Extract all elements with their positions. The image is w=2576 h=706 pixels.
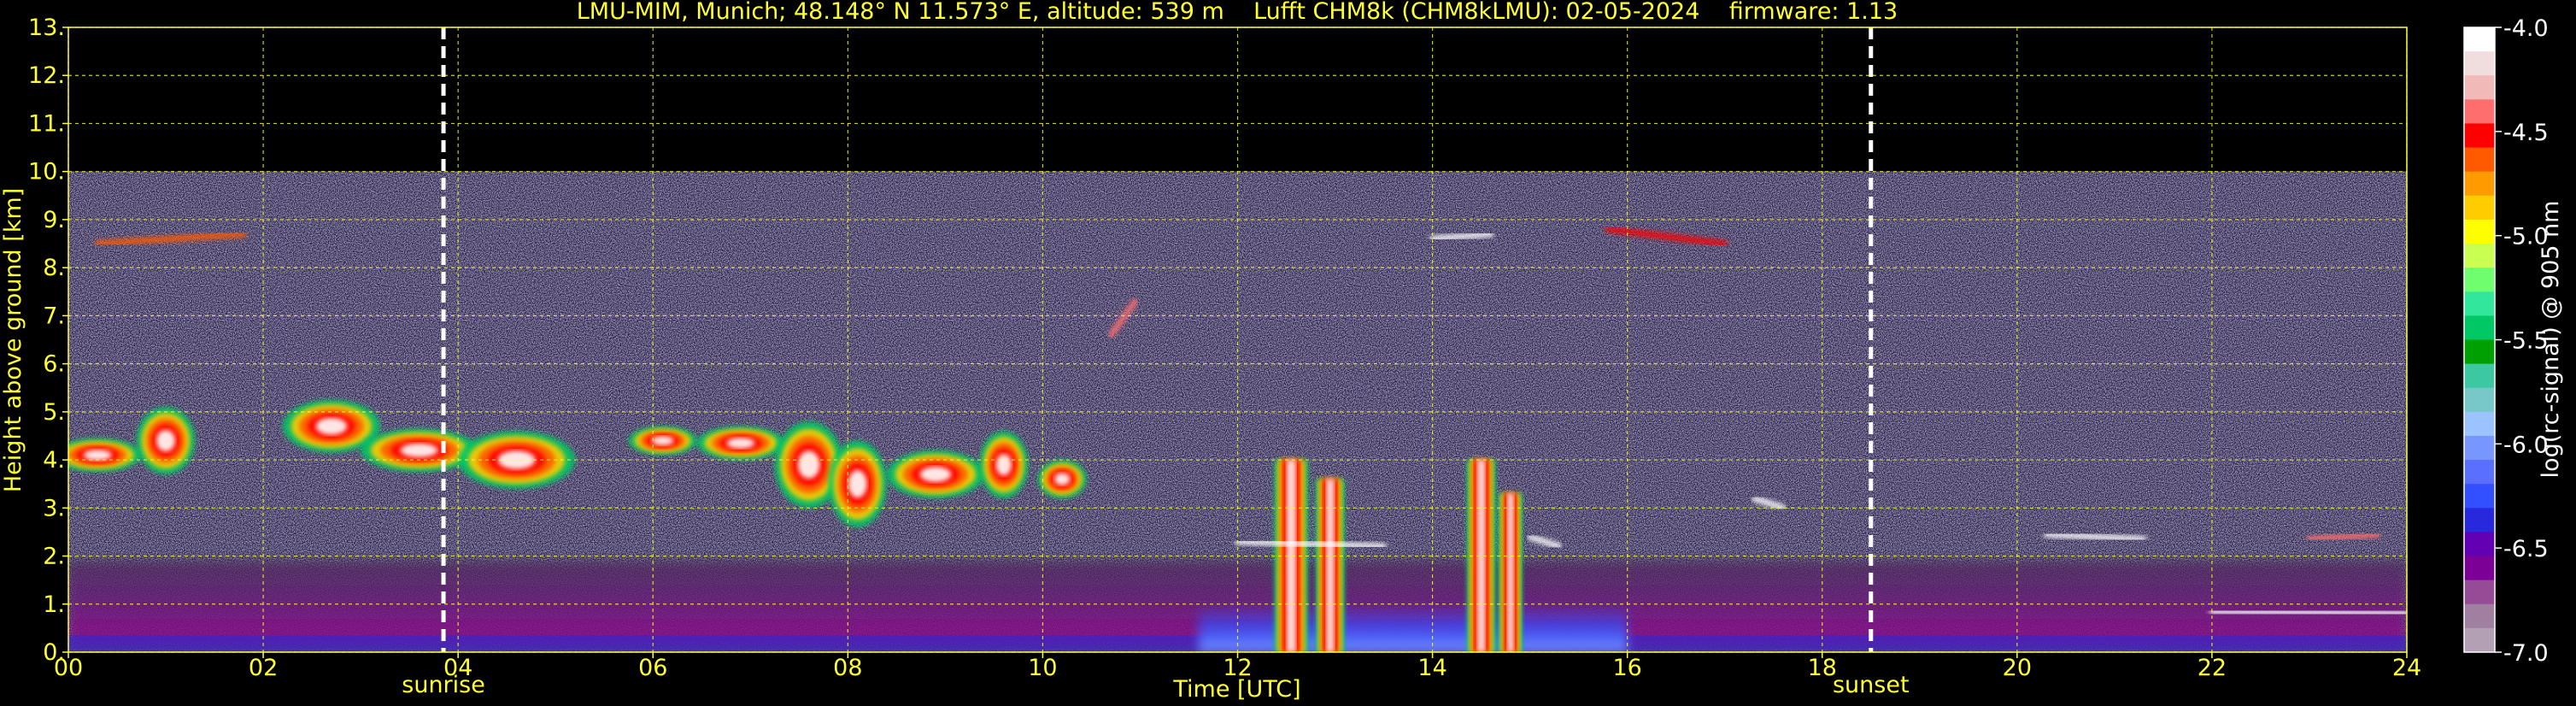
cloud-layer [2209,608,2407,617]
colorbar-swatch [2464,484,2495,509]
colorbar-swatch [2464,532,2495,557]
colorbar-swatch [2464,219,2495,244]
x-tick-label: 04 [443,655,472,681]
y-tick-label: 1. [43,591,65,618]
y-tick-label: 3. [43,495,65,521]
cloud-cell [315,417,348,435]
colorbar-swatch [2464,27,2495,52]
cloud-cell [83,450,112,461]
x-tick-label: 16 [1612,655,1641,681]
cloud-cell [726,438,755,449]
cloud-cell [848,469,867,498]
colorbar-tick-label: -4.5 [2503,120,2549,146]
colorbar-swatch [2464,99,2495,124]
cloud-cell [651,436,674,445]
colorbar-swatch [2464,339,2495,365]
colorbar: -4.0-4.5-5.0-5.5-6.0-6.5-7.0 [2463,15,2549,667]
colorbar-swatch [2464,291,2495,316]
x-tick-label: 22 [2198,655,2227,681]
cloud-cell [156,429,175,452]
x-tick-label: 20 [2003,655,2032,681]
y-tick-label: 10. [28,159,65,185]
y-tick-label: 0. [43,639,65,666]
colorbar-swatch [2464,556,2495,581]
y-tick-label: 7. [43,303,65,329]
x-tick-label: 24 [2392,655,2421,681]
colorbar-swatch [2464,435,2495,461]
cloud-cell [995,454,1012,476]
colorbar-swatch [2464,387,2495,413]
convective-column [1506,493,1514,652]
cloud-cell [1054,473,1071,485]
colorbar-swatch [2464,75,2495,100]
x-tick-label: 08 [833,655,862,681]
colorbar-swatch [2464,268,2495,292]
colorbar-swatch [2464,171,2495,197]
x-tick-label: 02 [249,655,278,681]
colorbar-swatch [2464,363,2495,389]
cloud-cell [400,443,438,457]
y-tick-label: 13. [28,15,65,41]
x-axis-label: Time [UTC] [1172,676,1300,703]
colorbar-swatch [2464,315,2495,340]
colorbar-swatch [2464,147,2495,173]
y-tick-label: 9. [43,207,65,233]
y-tick-label: 8. [43,255,65,281]
y-tick-label: 6. [43,351,65,378]
x-tick-label: 18 [1808,655,1837,681]
marker-label-sunset: sunset [1833,672,1910,698]
colorbar-swatch [2464,603,2495,629]
y-tick-label: 4. [43,447,65,474]
colorbar-tick-label: -6.5 [2503,536,2549,562]
colorbar-swatch [2464,627,2495,653]
x-tick-label: 14 [1417,655,1446,681]
colorbar-swatch [2464,51,2495,76]
y-tick-label: 11. [28,110,65,137]
y-axis-ticks: 0. 1. 2. 3. 4. 5. 6. 7. 8. 9. 10. 11. 12. 13. [28,15,68,666]
cloud-cell [797,450,820,479]
colorbar-swatch [2464,123,2495,149]
y-axis-label: Height above ground [km] [0,188,26,492]
colorbar-tick-label: -4.0 [2503,15,2549,42]
chart-title: LMU-MIM, Munich; 48.148° N 11.573° E, al… [577,0,1898,25]
colorbar-swatch [2464,580,2495,605]
y-tick-label: 12. [28,62,65,89]
convective-column [1326,479,1335,652]
cloud-cell [919,466,952,482]
x-tick-label: 06 [638,655,667,681]
y-tick-label: 2. [43,544,65,570]
x-tick-label: 10 [1028,655,1057,681]
afternoon-aerosol [1198,603,1628,652]
ceilometer-chart: sunrise sunset 00 02 04 06 08 10 12 14 16 18 20 22 24… [0,0,2564,703]
colorbar-tick-label: -7.0 [2503,640,2549,667]
colorbar-swatch [2464,460,2495,485]
colorbar-swatch [2464,195,2495,221]
colorbar-label: log(rc-signal) @ 905 nm [2538,201,2564,479]
colorbar-swatch [2464,244,2495,268]
y-tick-label: 5. [43,399,65,426]
colorbar-swatch [2464,508,2495,532]
colorbar-swatch [2464,411,2495,437]
